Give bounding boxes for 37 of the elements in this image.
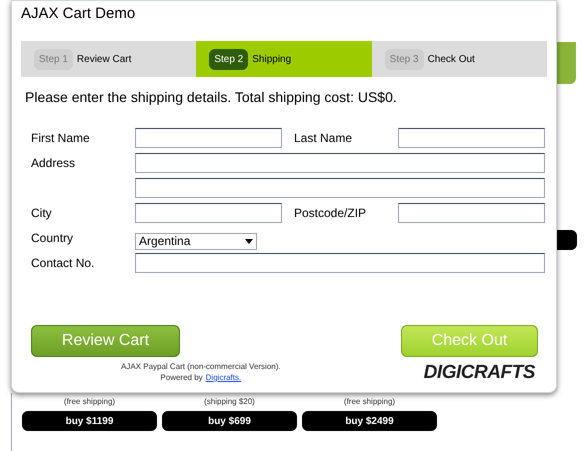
input-field[interactable]: [135, 203, 282, 223]
step-label: Review Cart: [76, 52, 132, 66]
field-label: Address: [31, 155, 76, 172]
tab-marker: [556, 42, 576, 84]
input-field[interactable]: [398, 128, 545, 148]
buy-button[interactable]: buy $2499: [302, 411, 437, 431]
field-label: Postcode/ZIP: [294, 205, 368, 222]
page-block: [556, 230, 577, 250]
country-dropdown[interactable]: Argentina: [135, 232, 257, 250]
buy-button[interactable]: buy $699: [162, 411, 297, 431]
step-tab[interactable]: Step 2 Shipping: [196, 41, 372, 77]
shipping-note: (free shipping): [64, 396, 116, 408]
input-field[interactable]: [135, 253, 545, 273]
step-badge: Step 3: [384, 48, 424, 70]
input-field[interactable]: [135, 153, 545, 173]
brand-logo: DIGICRAFTS: [424, 361, 535, 385]
shipping-note: (free shipping): [344, 396, 396, 408]
step-label: Shipping: [252, 52, 292, 66]
step-badge: Step 1: [34, 48, 73, 70]
input-field[interactable]: [398, 203, 545, 223]
footer-link[interactable]: Digicrafts.: [206, 372, 242, 383]
field-label: Contact No.: [31, 255, 96, 272]
input-field[interactable]: [135, 128, 282, 148]
window-title: AJAX Cart Demo: [21, 4, 136, 24]
field-label: First Name: [31, 130, 91, 147]
field-label: Country: [31, 230, 74, 247]
step-label: Check Out: [428, 52, 475, 66]
instruction-text: Please enter the shipping details. Total shipping cost: US$0.: [25, 88, 398, 107]
buy-button[interactable]: buy $1199: [22, 411, 157, 431]
footer-text: AJAX Paypal Cart (non-commercial Version).: [121, 361, 281, 372]
shipping-note: (shipping $20): [204, 396, 255, 408]
step-badge: Step 2: [209, 48, 248, 70]
field-label: City: [31, 205, 53, 222]
field-label: Last Name: [294, 130, 354, 147]
input-field[interactable]: [135, 178, 545, 198]
footer-text: Powered by: [160, 372, 203, 383]
caret-icon: [245, 238, 253, 244]
